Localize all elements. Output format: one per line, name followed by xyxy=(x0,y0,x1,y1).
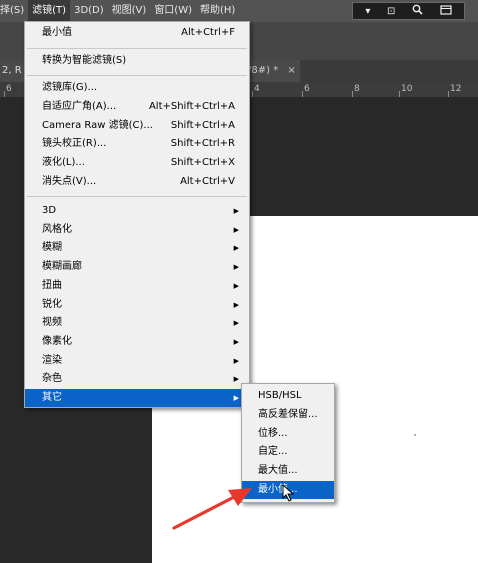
menu-item-noise[interactable]: 杂色 ▶ xyxy=(25,370,249,388)
menu-item-video[interactable]: 视频 ▶ xyxy=(25,314,249,332)
menu-separator xyxy=(27,75,247,76)
menu-item-label: 锐化 xyxy=(42,299,62,310)
menu-item-label: Camera Raw 滤镜(C)... xyxy=(42,120,153,131)
document-tab[interactable]: 2, R xyxy=(0,60,24,82)
submenu-item-offset[interactable]: 位移... xyxy=(242,425,334,443)
menu-item-pixelate[interactable]: 像素化 ▶ xyxy=(25,333,249,351)
menu-item-shortcut: Alt+Shift+Ctrl+A xyxy=(148,101,235,112)
ruler-label: 4 xyxy=(254,84,260,94)
menu-separator xyxy=(27,48,247,49)
menu-item-filter-gallery[interactable]: 滤镜库(G)... xyxy=(25,79,249,97)
menu-item-label: 3D xyxy=(42,205,57,216)
menu-select[interactable]: 择(S) xyxy=(0,0,28,22)
menu-view[interactable]: 视图(V) xyxy=(108,0,151,22)
menu-item-label: 渲染 xyxy=(42,355,62,366)
submenu-arrow-icon: ▶ xyxy=(233,394,239,402)
workspace-icon[interactable] xyxy=(440,4,452,18)
menu-item-label: 自适应广角(A)... xyxy=(42,101,117,112)
menu-item-label: 其它 xyxy=(42,392,62,403)
menu-item-blur[interactable]: 模糊 ▶ xyxy=(25,239,249,257)
submenu-arrow-icon: ▶ xyxy=(233,244,239,252)
search-icon[interactable] xyxy=(412,4,423,18)
window-controls: ▾ ⊡ xyxy=(352,2,465,20)
submenu-item-hsb-hsl[interactable]: HSB/HSL xyxy=(242,387,334,405)
document-tab-2[interactable]: /8#) * × xyxy=(246,60,300,82)
menu-item-shortcut: Alt+Ctrl+F xyxy=(181,27,235,38)
filter-menu: 最小值 Alt+Ctrl+F 转换为智能滤镜(S) 滤镜库(G)... 自适应广… xyxy=(24,21,250,408)
arrange-icon[interactable]: ⊡ xyxy=(387,6,395,17)
menu-item-adaptive-wide-angle[interactable]: 自适应广角(A)... Alt+Shift+Ctrl+A xyxy=(25,98,249,116)
menu-window[interactable]: 窗口(W) xyxy=(150,0,196,22)
menu-3d[interactable]: 3D(D) xyxy=(70,0,108,22)
menu-item-liquify[interactable]: 液化(L)... Shift+Ctrl+X xyxy=(25,154,249,172)
menu-separator xyxy=(27,196,247,197)
menu-item-render[interactable]: 渲染 ▶ xyxy=(25,352,249,370)
menu-item-shortcut: Shift+Ctrl+A xyxy=(170,120,235,131)
ruler-label: 6 xyxy=(6,84,12,94)
submenu-item-maximum[interactable]: 最大值... xyxy=(242,462,334,480)
submenu-arrow-icon: ▶ xyxy=(233,319,239,327)
menu-item-label: 模糊 xyxy=(42,242,62,253)
menu-filter[interactable]: 滤镜(T) xyxy=(28,0,71,22)
submenu-arrow-icon: ▶ xyxy=(233,226,239,234)
menu-item-shortcut: Alt+Ctrl+V xyxy=(180,176,235,187)
document-tab-title: /8#) * xyxy=(248,65,279,76)
menu-item-camera-raw[interactable]: Camera Raw 滤镜(C)... Shift+Ctrl+A xyxy=(25,117,249,135)
menu-item-distort[interactable]: 扭曲 ▶ xyxy=(25,277,249,295)
ruler-label: 12 xyxy=(450,84,462,94)
menu-item-label: 最小值 xyxy=(42,27,72,38)
menu-item-label: 像素化 xyxy=(42,336,72,347)
close-tab-icon[interactable]: × xyxy=(287,65,295,76)
submenu-arrow-icon: ▶ xyxy=(233,338,239,346)
mouse-cursor-icon xyxy=(282,484,295,502)
submenu-arrow-icon: ▶ xyxy=(233,207,239,215)
menu-item-label: 镜头校正(R)... xyxy=(42,138,107,149)
menu-item-3d[interactable]: 3D ▶ xyxy=(25,202,249,220)
menu-item-shortcut: Shift+Ctrl+X xyxy=(170,157,235,168)
annotation-arrow-icon xyxy=(172,488,252,530)
canvas-dot xyxy=(414,434,416,436)
menu-item-sharpen[interactable]: 锐化 ▶ xyxy=(25,296,249,314)
ruler-label: 8 xyxy=(354,84,360,94)
menu-item-label: 消失点(V)... xyxy=(42,176,97,187)
submenu-arrow-icon: ▶ xyxy=(233,263,239,271)
menu-item-label: 视频 xyxy=(42,317,62,328)
menu-item-label: 滤镜库(G)... xyxy=(42,82,98,93)
menu-item-lens-correction[interactable]: 镜头校正(R)... Shift+Ctrl+R xyxy=(25,135,249,153)
menu-item-last-filter[interactable]: 最小值 Alt+Ctrl+F xyxy=(25,24,249,42)
menu-help[interactable]: 帮助(H) xyxy=(196,0,239,22)
menu-item-convert-smart-filter[interactable]: 转换为智能滤镜(S) xyxy=(25,52,249,70)
menu-item-label: 模糊画廊 xyxy=(42,261,82,272)
menu-item-other[interactable]: 其它 ▶ xyxy=(25,389,249,407)
submenu-arrow-icon: ▶ xyxy=(233,301,239,309)
menu-item-shortcut: Shift+Ctrl+R xyxy=(170,138,235,149)
ruler-label: 6 xyxy=(304,84,310,94)
menu-item-label: 风格化 xyxy=(42,224,72,235)
menu-item-blur-gallery[interactable]: 模糊画廊 ▶ xyxy=(25,258,249,276)
submenu-item-custom[interactable]: 自定... xyxy=(242,443,334,461)
submenu-arrow-icon: ▶ xyxy=(233,375,239,383)
menu-item-label: 扭曲 xyxy=(42,280,62,291)
submenu-arrow-icon: ▶ xyxy=(233,282,239,290)
dropdown-icon[interactable]: ▾ xyxy=(365,6,370,17)
menu-item-vanishing-point[interactable]: 消失点(V)... Alt+Ctrl+V xyxy=(25,173,249,191)
menu-item-label: 液化(L)... xyxy=(42,157,85,168)
menu-item-label: 转换为智能滤镜(S) xyxy=(42,55,127,66)
ruler-label: 10 xyxy=(401,84,413,94)
submenu-item-high-pass[interactable]: 高反差保留... xyxy=(242,406,334,424)
menu-item-label: 杂色 xyxy=(42,373,62,384)
menubar: 择(S) 滤镜(T) 3D(D) 视图(V) 窗口(W) 帮助(H) ▾ ⊡ xyxy=(0,0,478,22)
menu-item-stylize[interactable]: 风格化 ▶ xyxy=(25,221,249,239)
submenu-arrow-icon: ▶ xyxy=(233,357,239,365)
